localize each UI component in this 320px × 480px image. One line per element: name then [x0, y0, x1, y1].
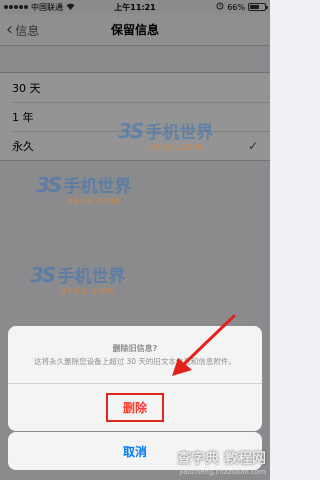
cancel-button[interactable]: 取消 — [123, 443, 147, 460]
annotation-arrow-icon — [172, 314, 236, 376]
delete-row: 删除 — [8, 384, 262, 431]
watermark-sub: 3533.COM — [60, 287, 115, 296]
watermark: 3S 手机世界 3533.COM — [30, 262, 126, 297]
watermark-sub: 3533.COM — [148, 143, 203, 152]
corner-watermark-title: 查字典 教程网 — [177, 451, 266, 467]
watermark-logo: 3S — [30, 262, 56, 287]
watermark-text: 手机世界 — [63, 177, 132, 197]
watermark-text: 手机世界 — [57, 267, 126, 287]
sheet-title: 删除旧信息? — [112, 343, 158, 353]
watermark: 3S 手机世界 3533.COM — [118, 118, 214, 153]
watermark-text: 手机世界 — [145, 123, 214, 143]
watermark-logo: 3S — [118, 118, 144, 143]
watermark: 3S 手机世界 3533.COM — [36, 172, 132, 207]
watermark-sub: 3533.COM — [66, 197, 121, 206]
watermark-logo: 3S — [36, 172, 62, 197]
delete-button[interactable]: 删除 — [105, 393, 164, 422]
corner-watermark: 查字典 教程网 jiaocheng.chazidian.com — [177, 448, 266, 476]
corner-watermark-url: jiaocheng.chazidian.com — [179, 468, 266, 476]
